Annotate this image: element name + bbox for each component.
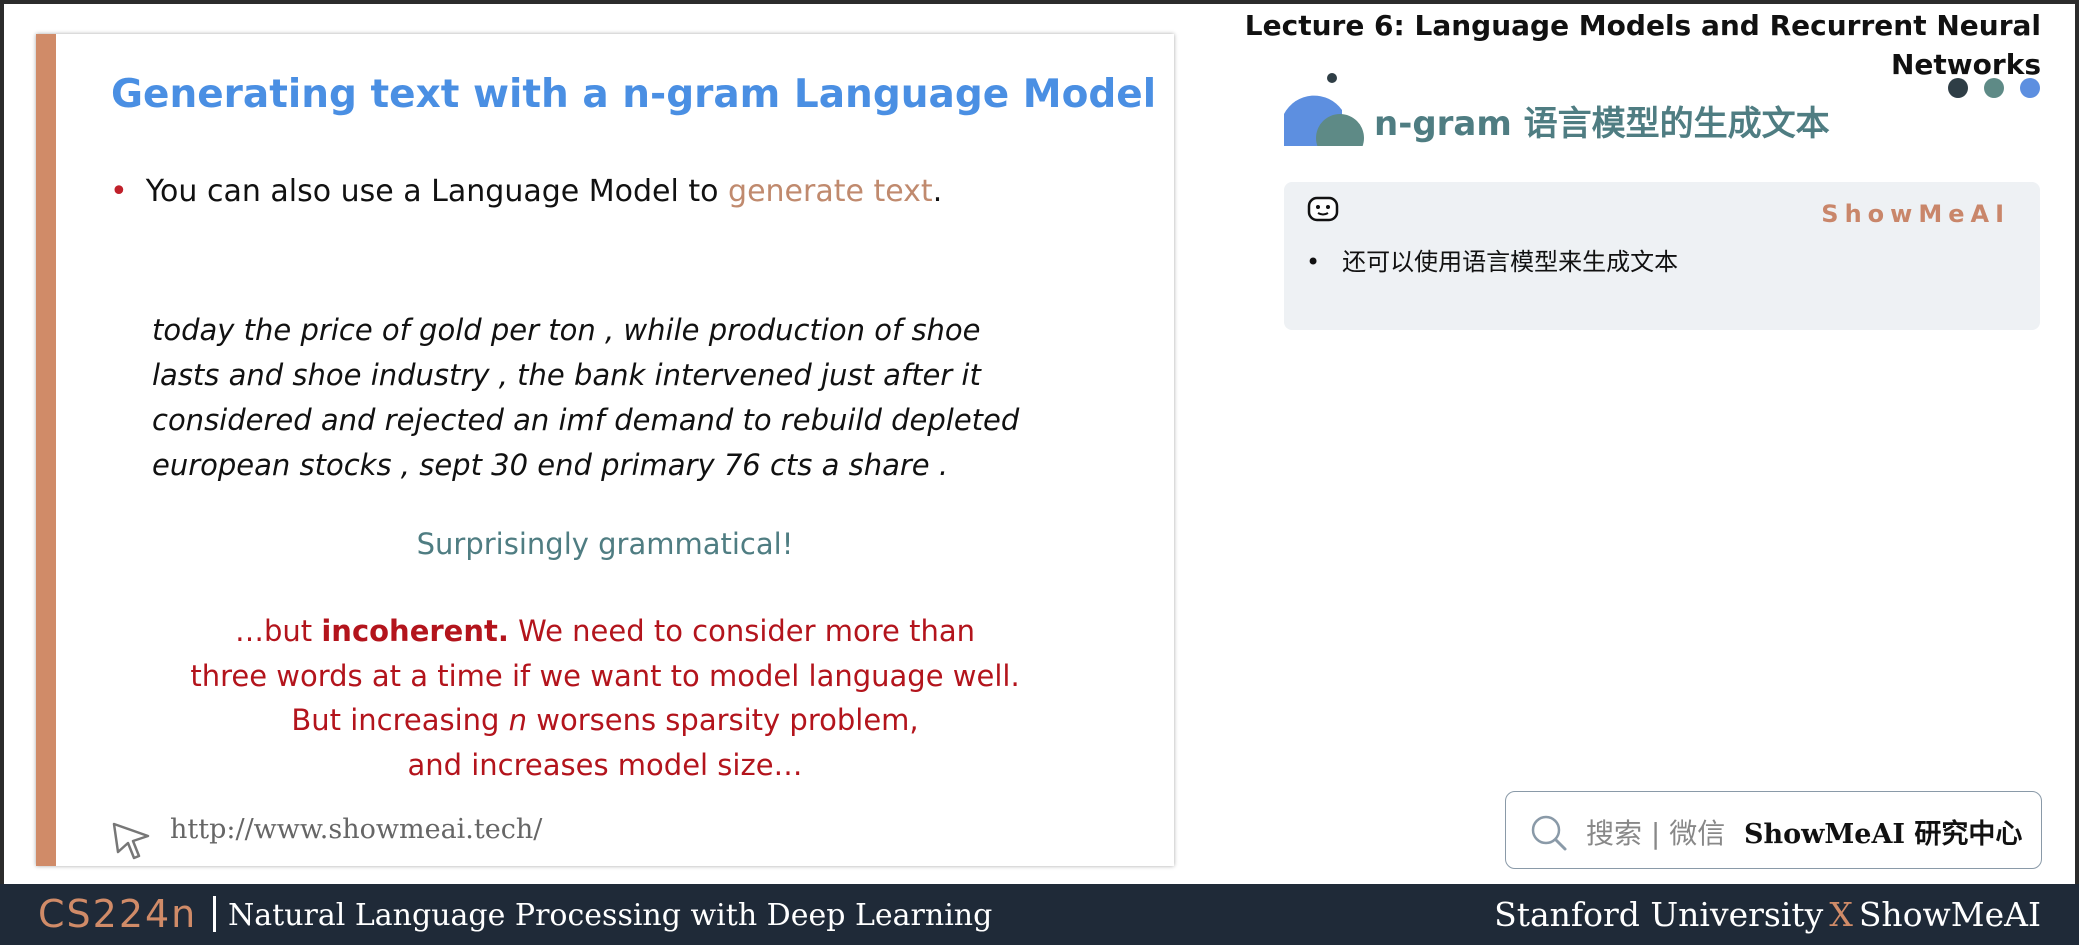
incoherent-line-2: three words at a time if we want to mode… bbox=[190, 659, 1020, 693]
incoherent-post: We need to consider more than bbox=[508, 614, 976, 648]
bullet-text: You can also use a Language Model to bbox=[145, 174, 729, 209]
bullet-accent: generate text bbox=[728, 174, 933, 209]
bullet-dot: • bbox=[110, 174, 128, 209]
slide-title: Generating text with a n-gram Language M… bbox=[111, 72, 1157, 117]
search-hint: 搜索 | 微信 bbox=[1586, 817, 1726, 850]
sparsity-post: worsens sparsity problem, bbox=[527, 703, 919, 737]
slide: Generating text with a n-gram Language M… bbox=[36, 34, 1174, 866]
brand-label: ShowMeAI bbox=[1821, 200, 2010, 228]
sample-line: today the price of gold per ton , while … bbox=[152, 313, 981, 347]
note-bullet: • 还可以使用语言模型来生成文本 bbox=[1306, 242, 1678, 277]
sparsity-pre: But increasing bbox=[291, 703, 509, 737]
lecture-header: Lecture 6: Language Models and Recurrent… bbox=[1141, 6, 2041, 84]
decorative-dots-icon bbox=[1948, 78, 2040, 98]
sparsity-note: But increasing n worsens sparsity proble… bbox=[36, 698, 1174, 788]
robot-icon bbox=[1307, 196, 1339, 222]
slide-bullet: • You can also use a Language Model to ge… bbox=[110, 174, 942, 209]
course-code: CS224n bbox=[38, 892, 198, 936]
section-title: n-gram 语言模型的生成文本 bbox=[1374, 104, 1830, 144]
lecture-line-1: Lecture 6: Language Models and Recurrent… bbox=[1244, 9, 2041, 42]
incoherent-note: …but incoherent. We need to consider mor… bbox=[36, 609, 1174, 699]
sample-line: european stocks , sept 30 end primary 76… bbox=[152, 448, 949, 482]
note-bullet-text: 还可以使用语言模型来生成文本 bbox=[1342, 248, 1679, 276]
cursor-icon bbox=[112, 822, 150, 860]
note-bullet-dot: • bbox=[1306, 248, 1321, 276]
note-card: ShowMeAI • 还可以使用语言模型来生成文本 bbox=[1284, 182, 2040, 330]
university-name: Stanford University bbox=[1494, 895, 1824, 934]
incoherent-line-1: …but incoherent. We need to consider mor… bbox=[36, 609, 1174, 654]
incoherent-bold: incoherent. bbox=[321, 614, 509, 648]
partner-name: ShowMeAI bbox=[1858, 895, 2041, 934]
sparsity-line-1: But increasing n worsens sparsity proble… bbox=[36, 698, 1174, 743]
sample-line: considered and rejected an imf demand to… bbox=[152, 403, 1020, 437]
section-decoration-icon bbox=[1280, 73, 1370, 148]
sample-line: lasts and shoe industry , the bank inter… bbox=[152, 358, 981, 392]
course-name: Natural Language Processing with Deep Le… bbox=[228, 898, 993, 933]
sparsity-n: n bbox=[508, 703, 528, 737]
grammatical-note: Surprisingly grammatical! bbox=[416, 527, 794, 561]
lecture-line-2: Networks bbox=[1890, 48, 2041, 81]
incoherent-pre: …but bbox=[234, 614, 322, 648]
footer-bar: CS224n Natural Language Processing with … bbox=[0, 884, 2079, 945]
bullet-suffix: . bbox=[932, 174, 943, 209]
wechat-search-box[interactable]: 搜索 | 微信 ShowMeAI 研究中心 bbox=[1505, 791, 2042, 869]
search-icon bbox=[1531, 815, 1567, 851]
search-brand: ShowMeAI 研究中心 bbox=[1744, 819, 2023, 850]
website-link[interactable]: http://www.showmeai.tech/ bbox=[170, 814, 542, 845]
sparsity-line-2: and increases model size… bbox=[407, 748, 803, 782]
generated-sample: today the price of gold per ton , while … bbox=[152, 308, 1092, 488]
footer-divider bbox=[213, 896, 216, 932]
footer-credits: Stanford University X ShowMeAI bbox=[1494, 895, 2041, 934]
credits-x: X bbox=[1829, 895, 1853, 934]
